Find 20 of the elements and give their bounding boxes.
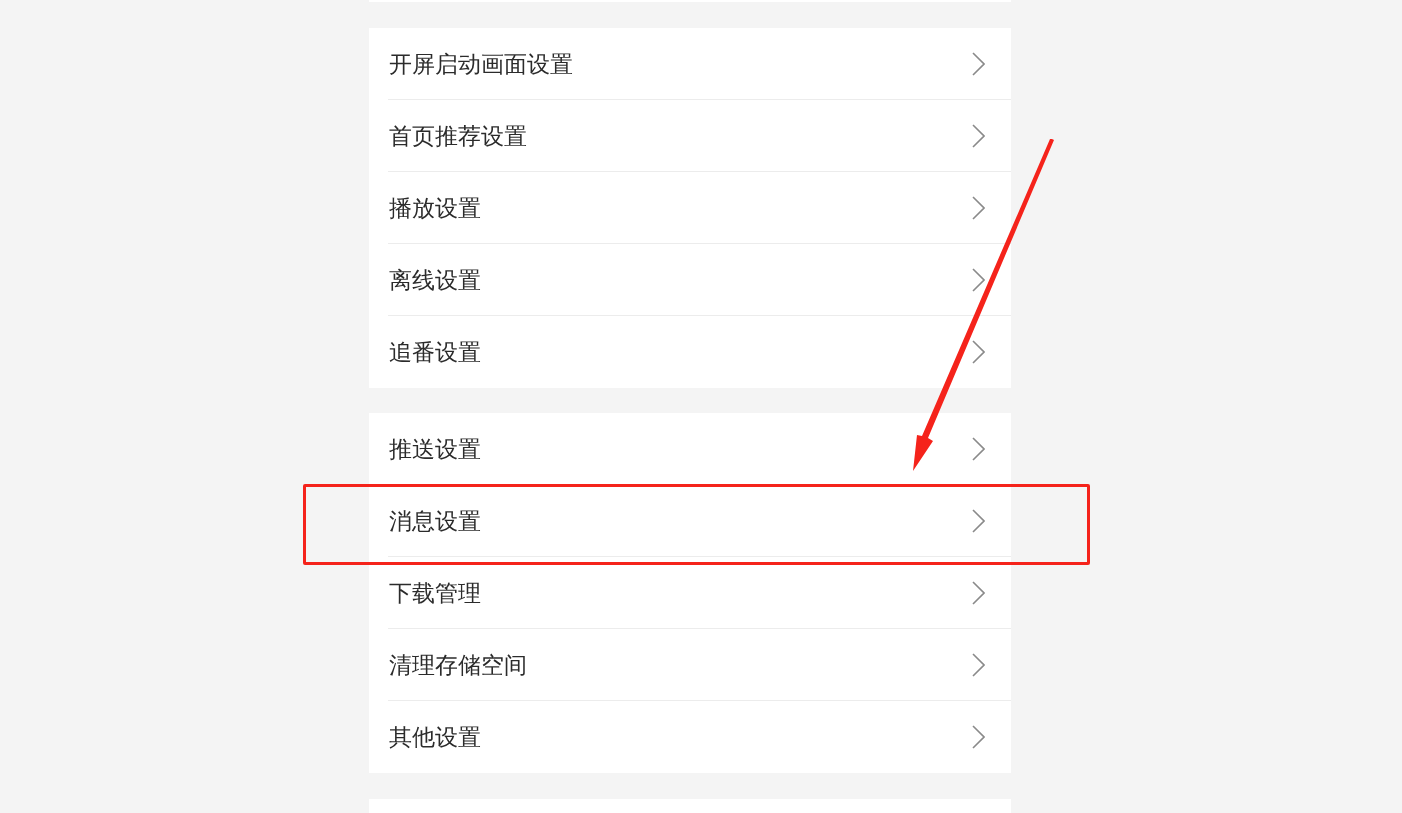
settings-item[interactable]: 清理存储空间	[369, 629, 1011, 701]
settings-item[interactable]: 首页推荐设置	[369, 100, 1011, 172]
chevron-right-icon	[972, 437, 985, 461]
chevron-right-icon	[972, 196, 985, 220]
settings-item[interactable]: 开屏启动画面设置	[369, 28, 1011, 100]
settings-item[interactable]: 下载管理	[369, 557, 1011, 629]
settings-item[interactable]: 播放设置	[369, 172, 1011, 244]
chevron-right-icon	[972, 268, 985, 292]
chevron-right-icon	[972, 52, 985, 76]
settings-item[interactable]: 推送设置	[369, 413, 1011, 485]
settings-item[interactable]: 其他设置	[369, 701, 1011, 773]
chevron-right-icon	[972, 124, 985, 148]
chevron-right-icon	[972, 340, 985, 364]
chevron-right-icon	[972, 653, 985, 677]
chevron-right-icon	[972, 509, 985, 533]
settings-item[interactable]: 离线设置	[369, 244, 1011, 316]
settings-item[interactable]: 追番设置	[369, 316, 1011, 388]
chevron-right-icon	[972, 725, 985, 749]
chevron-right-icon	[972, 581, 985, 605]
settings-item[interactable]: 消息设置	[369, 485, 1011, 557]
